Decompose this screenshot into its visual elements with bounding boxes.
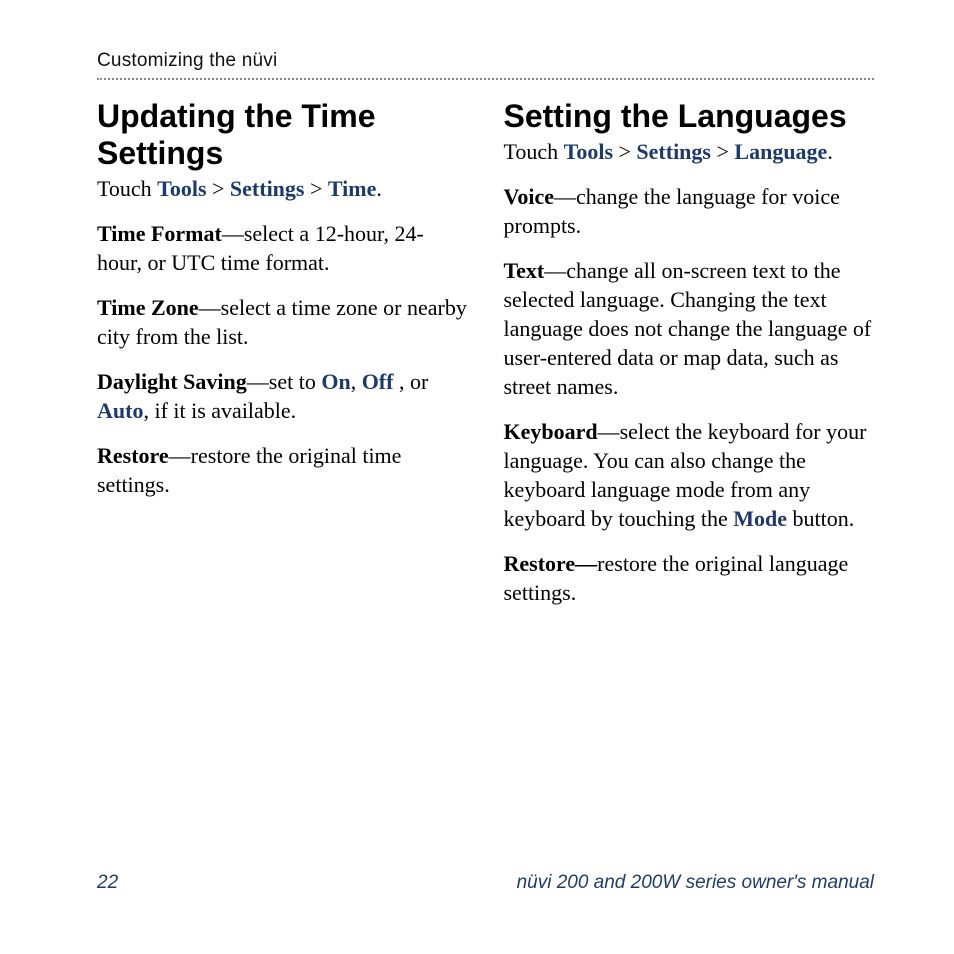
- page-footer: 22 nüvi 200 and 200W series owner's manu…: [97, 872, 874, 894]
- nav-sep: >: [711, 139, 734, 164]
- nav-tools: Tools: [564, 139, 613, 164]
- left-column: Updating the Time Settings Touch Tools >…: [97, 92, 468, 607]
- nav-sep: >: [613, 139, 636, 164]
- option-mode: Mode: [733, 506, 787, 531]
- para-keyboard: Keyboard—select the keyboard for your la…: [504, 417, 875, 533]
- nav-language: Language: [734, 139, 827, 164]
- option-auto: Auto: [97, 398, 143, 423]
- para-time-format: Time Format—select a 12-hour, 24-hour, o…: [97, 219, 468, 277]
- page: Customizing the nüvi Updating the Time S…: [0, 0, 954, 954]
- nav-prefix: Touch: [97, 176, 157, 201]
- para-text: Text—change all on-screen text to the se…: [504, 256, 875, 401]
- section-heading-languages: Setting the Languages: [504, 98, 875, 135]
- desc-rest: , if it is available.: [143, 398, 296, 423]
- nav-end: .: [827, 139, 833, 164]
- manual-title: nüvi 200 and 200W series owner's manual: [517, 872, 874, 894]
- nav-tools: Tools: [157, 176, 206, 201]
- dash: —: [598, 419, 620, 444]
- term-daylight-saving: Daylight Saving: [97, 369, 247, 394]
- nav-path-time: Touch Tools > Settings > Time.: [97, 174, 468, 203]
- nav-settings: Settings: [230, 176, 305, 201]
- right-column: Setting the Languages Touch Tools > Sett…: [504, 92, 875, 607]
- nav-sep: >: [304, 176, 327, 201]
- content-columns: Updating the Time Settings Touch Tools >…: [97, 92, 874, 607]
- option-off: Off: [362, 369, 394, 394]
- term-text: Text: [504, 258, 545, 283]
- nav-end: .: [376, 176, 382, 201]
- dash: —: [222, 221, 244, 246]
- para-voice: Voice—change the language for voice prom…: [504, 182, 875, 240]
- para-daylight-saving: Daylight Saving—set to On, Off , or Auto…: [97, 367, 468, 425]
- dash: —: [554, 184, 576, 209]
- nav-prefix: Touch: [504, 139, 564, 164]
- term-time-zone: Time Zone: [97, 295, 199, 320]
- term-voice: Voice: [504, 184, 555, 209]
- page-number: 22: [97, 872, 118, 894]
- term-time-format: Time Format: [97, 221, 222, 246]
- nav-path-language: Touch Tools > Settings > Language.: [504, 137, 875, 166]
- term-keyboard: Keyboard: [504, 419, 598, 444]
- para-restore-time: Restore—restore the original time settin…: [97, 441, 468, 499]
- nav-settings: Settings: [636, 139, 711, 164]
- term-restore: Restore—: [504, 551, 598, 576]
- dash: —: [169, 443, 191, 468]
- comma: , or: [393, 369, 428, 394]
- section-heading-time: Updating the Time Settings: [97, 98, 468, 172]
- para-restore-language: Restore—restore the original language se…: [504, 549, 875, 607]
- term-restore: Restore: [97, 443, 169, 468]
- para-time-zone: Time Zone—select a time zone or nearby c…: [97, 293, 468, 351]
- nav-time: Time: [328, 176, 376, 201]
- desc-rest: button.: [787, 506, 854, 531]
- desc-pre: set to: [269, 369, 322, 394]
- option-on: On: [321, 369, 350, 394]
- dash: —: [544, 258, 566, 283]
- nav-sep: >: [207, 176, 230, 201]
- running-header: Customizing the nüvi: [97, 50, 874, 80]
- dash: —: [199, 295, 221, 320]
- comma: ,: [351, 369, 362, 394]
- dash: —: [247, 369, 269, 394]
